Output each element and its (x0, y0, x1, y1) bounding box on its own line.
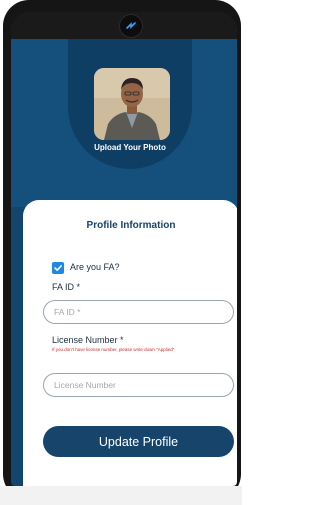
app-screen: Upload Your Photo Profile Information Ar… (11, 12, 237, 486)
status-bar (11, 12, 237, 39)
bottom-edge (0, 486, 242, 505)
update-profile-button[interactable]: Update Profile (43, 426, 234, 457)
upload-photo-label[interactable]: Upload Your Photo (68, 143, 192, 152)
fa-checkbox-label[interactable]: Are you FA? (70, 262, 120, 272)
front-camera-icon (119, 14, 143, 38)
license-hint: If you don't have license number, please… (52, 347, 175, 352)
license-number-input[interactable] (43, 373, 234, 397)
phone-frame: Upload Your Photo Profile Information Ar… (3, 0, 241, 500)
license-number-label: License Number * (52, 335, 124, 345)
fa-id-input[interactable] (43, 300, 234, 324)
profile-form-card: Profile Information Are you FA? FA ID * … (23, 200, 237, 486)
fa-id-label: FA ID * (52, 282, 81, 292)
form-title: Profile Information (86, 220, 176, 231)
checkmark-icon (54, 265, 62, 271)
fa-checkbox[interactable] (52, 262, 64, 274)
profile-photo[interactable] (94, 68, 170, 140)
